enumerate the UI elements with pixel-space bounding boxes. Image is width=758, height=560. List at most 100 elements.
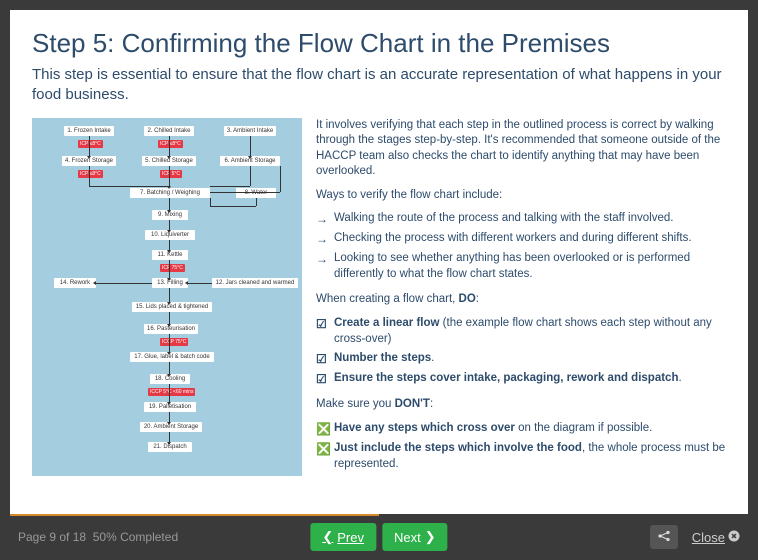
chevron-left-icon: ❮ bbox=[322, 529, 333, 545]
dont-item: ❎Just include the steps which involve th… bbox=[316, 441, 726, 472]
nav-buttons: ❮ Prev Next ❯ bbox=[310, 523, 447, 551]
chevron-right-icon: ❯ bbox=[425, 529, 436, 545]
close-label: Close bbox=[692, 530, 725, 545]
flowchart-diagram: 1. Frozen Intake 2. Chilled Intake 3. Ambi… bbox=[32, 118, 302, 476]
page-info: Page 9 of 18 50% Completed bbox=[18, 530, 178, 544]
page-number: Page 9 of 18 bbox=[18, 530, 86, 544]
flowchart-badge: ICP ≤8°C bbox=[78, 140, 103, 148]
flowchart-box: 20. Ambient Storage bbox=[140, 422, 202, 432]
flowchart-connector bbox=[169, 136, 170, 156]
flowchart-badge: ICCP 5°C <60 mins bbox=[148, 388, 195, 396]
share-icon bbox=[657, 530, 671, 545]
next-button[interactable]: Next ❯ bbox=[382, 523, 448, 551]
page-subtitle: This step is essential to ensure that th… bbox=[32, 65, 726, 106]
verify-item: → Walking the route of the process and ta… bbox=[316, 211, 726, 227]
x-circle-icon: ❎ bbox=[316, 421, 328, 437]
flowchart-connector bbox=[169, 198, 170, 210]
prev-button[interactable]: ❮ Prev bbox=[310, 523, 376, 551]
flowchart-connector bbox=[169, 384, 170, 402]
dont-item-text: Have any steps which cross over on the d… bbox=[334, 421, 652, 437]
flowchart-badge: ICP ≤8°C bbox=[158, 140, 183, 148]
flowchart-connector bbox=[210, 186, 250, 187]
close-icon bbox=[728, 530, 740, 545]
do-heading-bold: DO bbox=[459, 293, 476, 305]
flowchart-connector bbox=[89, 136, 90, 156]
verify-item-text: Walking the route of the process and tal… bbox=[334, 211, 673, 227]
footer-right: Close bbox=[650, 525, 740, 549]
flowchart-connector bbox=[250, 136, 251, 156]
arrow-right-icon: → bbox=[316, 251, 328, 282]
flowchart-connector bbox=[169, 166, 170, 186]
check-icon: ☑ bbox=[316, 351, 328, 367]
do-item: ☑ Ensure the steps cover intake, packagin… bbox=[316, 371, 726, 387]
flowchart-connector bbox=[96, 283, 152, 284]
dont-heading-pre: Make sure you bbox=[316, 398, 395, 410]
footer-bar: Page 9 of 18 50% Completed ❮ Prev Next ❯… bbox=[0, 514, 758, 560]
do-item-text: Number the steps. bbox=[334, 351, 434, 367]
flowchart-box: 1. Frozen Intake bbox=[64, 126, 114, 136]
flowchart-connector bbox=[89, 166, 90, 186]
flowchart-box: 12. Jars cleaned and warmed bbox=[212, 278, 298, 288]
do-item-text: Create a linear flow (the example flow c… bbox=[334, 316, 726, 347]
dont-heading-bold: DON'T bbox=[395, 398, 430, 410]
verify-item: → Checking the process with different wor… bbox=[316, 231, 726, 247]
next-label: Next bbox=[394, 530, 421, 545]
content-area: Step 5: Confirming the Flow Chart in the… bbox=[10, 10, 748, 514]
flowchart-box: 7. Batching / Weighing bbox=[130, 188, 210, 198]
flowchart-box: 8. Water bbox=[236, 188, 276, 198]
flowchart-badge: ICP 5°C bbox=[160, 170, 182, 178]
flowchart-box: 3. Ambient Intake bbox=[224, 126, 276, 136]
flowchart-connector bbox=[169, 220, 170, 230]
close-button[interactable]: Close bbox=[692, 530, 740, 545]
flowchart-connector bbox=[169, 334, 170, 352]
arrow-right-icon: → bbox=[316, 211, 328, 227]
flowchart-connector bbox=[169, 288, 170, 302]
progress-indicator bbox=[10, 514, 379, 516]
flowchart-connector bbox=[89, 186, 169, 187]
do-item: ☑Create a linear flow (the example flow … bbox=[316, 316, 726, 347]
do-item: ☑ Number the steps. bbox=[316, 351, 726, 367]
verify-item: →Looking to see whether anything has bee… bbox=[316, 251, 726, 282]
do-heading: When creating a flow chart, DO: bbox=[316, 292, 726, 308]
verify-list: → Walking the route of the process and ta… bbox=[316, 211, 726, 292]
share-button[interactable] bbox=[650, 525, 678, 549]
dont-heading: Make sure you DON'T: bbox=[316, 397, 726, 413]
page-title: Step 5: Confirming the Flow Chart in the… bbox=[32, 28, 726, 59]
do-item-text: Ensure the steps cover intake, packaging… bbox=[334, 371, 682, 387]
verify-heading: Ways to verify the flow chart include: bbox=[316, 188, 726, 204]
flowchart-box: 17. Glue, label & batch code bbox=[130, 352, 214, 362]
flowchart-connector bbox=[169, 412, 170, 422]
flowchart-box: 15. Lids placed & tightened bbox=[132, 302, 212, 312]
check-icon: ☑ bbox=[316, 371, 328, 387]
flowchart-connector bbox=[169, 432, 170, 442]
flowchart-box: 14. Rework bbox=[54, 278, 96, 288]
verify-item-text: Looking to see whether anything has been… bbox=[334, 251, 726, 282]
main-row: 1. Frozen Intake 2. Chilled Intake 3. Ambi… bbox=[32, 118, 726, 477]
do-heading-pre: When creating a flow chart, bbox=[316, 293, 459, 305]
flowchart-connector bbox=[256, 198, 257, 206]
flowchart-connector bbox=[169, 260, 170, 278]
flowchart-connector bbox=[169, 240, 170, 250]
dont-item-text: Just include the steps which involve the… bbox=[334, 441, 726, 472]
flowchart-connector bbox=[188, 283, 212, 284]
x-circle-icon: ❎ bbox=[316, 441, 328, 472]
flowchart-connector bbox=[169, 312, 170, 324]
arrow-right-icon: → bbox=[316, 231, 328, 247]
flowchart-badge: ICCP 75°C bbox=[160, 338, 188, 346]
flowchart-connector bbox=[210, 206, 256, 207]
prev-label: Prev bbox=[337, 530, 364, 545]
flowchart-connector bbox=[210, 192, 280, 193]
verify-item-text: Checking the process with different work… bbox=[334, 231, 692, 247]
flowchart-badge: ICP 75°C bbox=[160, 264, 185, 272]
flowchart-connector bbox=[250, 166, 251, 186]
flowchart-box: 16. Pasteurisation bbox=[144, 324, 198, 334]
flowchart-connector bbox=[280, 166, 281, 192]
text-column: It involves verifying that each step in … bbox=[316, 118, 726, 477]
flowchart-connector bbox=[210, 198, 211, 206]
do-list: ☑Create a linear flow (the example flow … bbox=[316, 316, 726, 397]
flowchart-connector bbox=[169, 362, 170, 374]
check-icon: ☑ bbox=[316, 316, 328, 347]
dont-item: ❎ Have any steps which cross over on the … bbox=[316, 421, 726, 437]
intro-paragraph: It involves verifying that each step in … bbox=[316, 118, 726, 180]
flowchart-box: 2. Chilled Intake bbox=[144, 126, 194, 136]
